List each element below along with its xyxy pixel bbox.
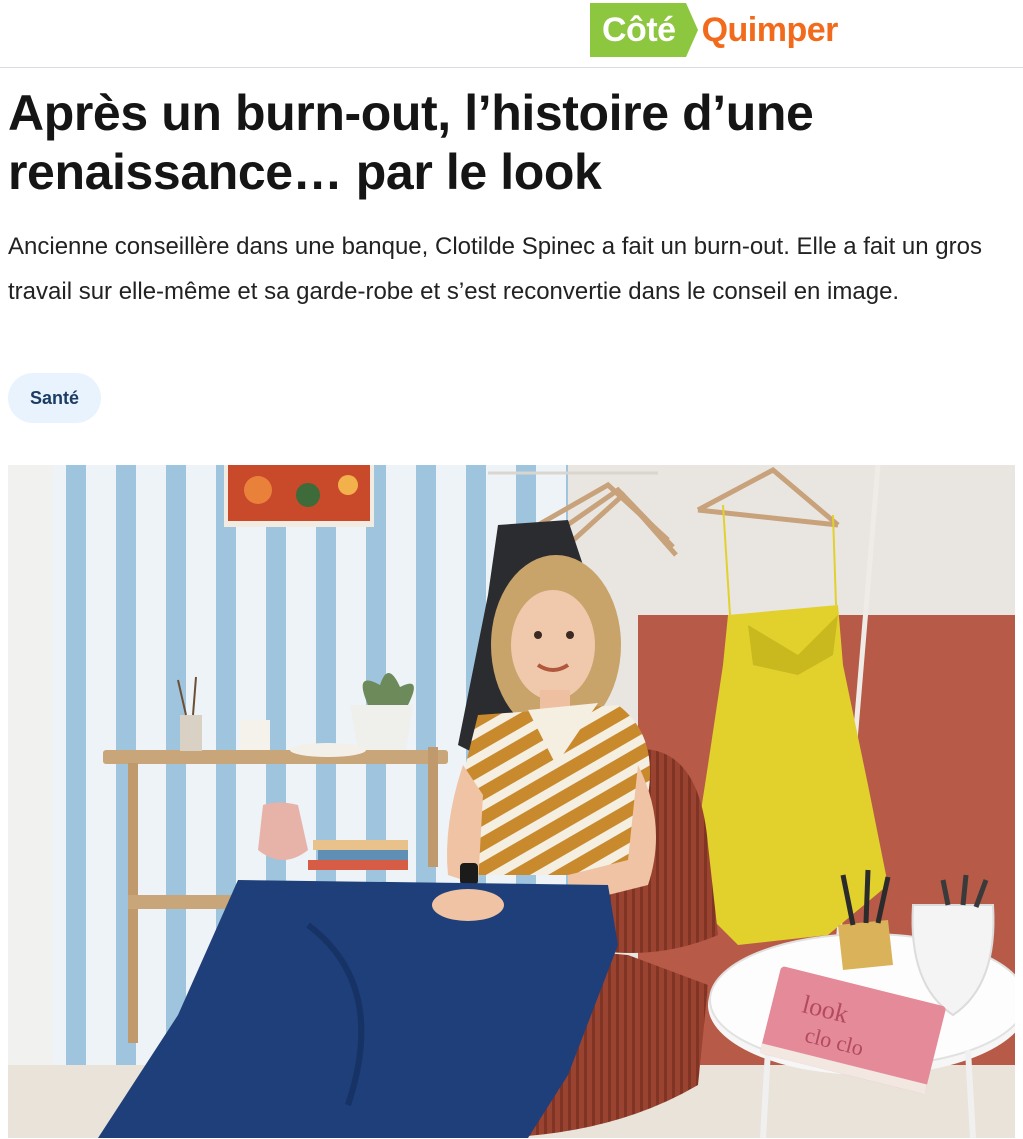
site-header: Côté Quimper: [0, 0, 1023, 68]
site-logo[interactable]: Côté Quimper: [590, 3, 838, 57]
article-lede: Ancienne conseillère dans une banque, Cl…: [8, 233, 982, 305]
article-photo-illustration: look clo clo: [8, 465, 1015, 1138]
article-title: Après un burn-out, l’histoire d’une rena…: [8, 85, 814, 200]
logo-cote: Côté: [590, 3, 698, 57]
logo-quimper: Quimper: [701, 10, 839, 49]
article-photo[interactable]: look clo clo: [8, 465, 1015, 1138]
category-tag-sante[interactable]: Santé: [8, 373, 102, 423]
